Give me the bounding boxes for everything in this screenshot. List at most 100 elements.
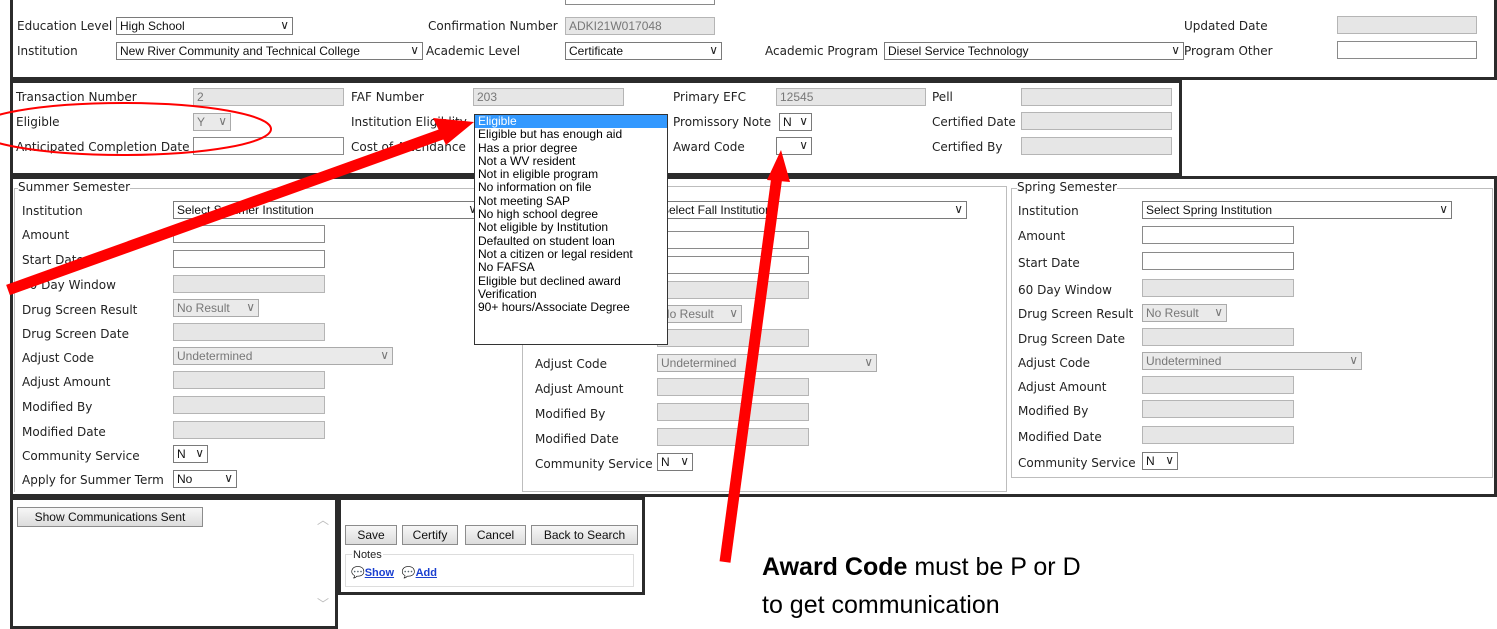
- summer-adjust-code-select[interactable]: Undetermined ∨: [173, 347, 393, 365]
- annotation-line-1: Award Code must be P or D: [762, 548, 1081, 586]
- spring-adjust-code-select[interactable]: Undetermined ∨: [1142, 352, 1362, 370]
- dropdown-option[interactable]: Verification: [475, 287, 667, 301]
- dropdown-option[interactable]: Eligible: [475, 114, 667, 129]
- eligible-value: Y: [197, 115, 206, 129]
- promissory-value: N: [783, 115, 792, 129]
- add-notes-icon: 💬: [401, 566, 416, 579]
- institution-select[interactable]: New River Community and Technical Colleg…: [116, 42, 423, 60]
- dropdown-option[interactable]: No FAFSA: [475, 261, 667, 274]
- cancel-button[interactable]: Cancel: [465, 525, 526, 545]
- back-to-search-button[interactable]: Back to Search: [531, 525, 638, 545]
- education-level-select[interactable]: High School ∨: [116, 17, 293, 35]
- dropdown-option[interactable]: 90+ hours/Associate Degree: [475, 301, 667, 314]
- primary-efc-field: 12545: [776, 88, 926, 106]
- certified-date-label: Certified Date: [932, 115, 1016, 129]
- dropdown-option[interactable]: Has a prior degree: [475, 141, 667, 155]
- fall-amount-field[interactable]: [657, 231, 809, 249]
- summer-start-field[interactable]: [173, 250, 325, 268]
- summer-window-label: 60 Day Window: [22, 278, 116, 292]
- confirmation-label: Confirmation Number: [428, 19, 558, 33]
- chevron-down-icon: ∨: [246, 300, 255, 314]
- chevron-down-icon: ∨: [195, 446, 204, 460]
- faf-field: 203: [473, 88, 624, 106]
- spring-drug-result-select[interactable]: No Result ∨: [1142, 304, 1227, 322]
- fall-institution-value: Select Fall Institution: [661, 203, 772, 217]
- education-level-value: High School: [120, 19, 185, 33]
- institution-eligibility-dropdown[interactable]: Eligible Eligible but has enough aid Has a…: [474, 114, 668, 345]
- chevron-down-icon: ∨: [1439, 202, 1448, 216]
- summer-modified-by-label: Modified By: [22, 400, 93, 414]
- notes-label: Notes: [352, 547, 383, 563]
- chevron-down-icon: ∨: [410, 43, 419, 57]
- academic-program-value: Diesel Service Technology: [888, 44, 1029, 58]
- fall-start-field[interactable]: [657, 256, 809, 274]
- spring-community-select[interactable]: N ∨: [1142, 452, 1178, 470]
- spring-institution-select[interactable]: Select Spring Institution ∨: [1142, 201, 1452, 219]
- top-partial-field[interactable]: [565, 0, 715, 5]
- dropdown-option[interactable]: Not eligible by Institution: [475, 221, 667, 234]
- dropdown-option[interactable]: Eligible but has enough aid: [475, 128, 667, 141]
- summer-drug-result-value: No Result: [177, 301, 230, 315]
- fall-adjust-code-select[interactable]: Undetermined ∨: [657, 354, 877, 372]
- award-code-annotation: Award Code must be P or D to get communi…: [762, 548, 1081, 624]
- fall-drug-result-value: No Result: [661, 307, 714, 321]
- summer-institution-select[interactable]: Select Summer Institution ∨: [173, 201, 481, 219]
- award-code-select[interactable]: ∨: [776, 137, 812, 155]
- academic-program-select[interactable]: Diesel Service Technology ∨: [884, 42, 1184, 60]
- chevron-down-icon: ∨: [799, 138, 808, 152]
- summer-drug-result-select[interactable]: No Result ∨: [173, 299, 259, 317]
- spring-title: Spring Semester: [1017, 180, 1117, 194]
- spring-community-value: N: [1146, 454, 1155, 468]
- spring-community-label: Community Service: [1018, 456, 1136, 470]
- summer-amount-label: Amount: [22, 228, 70, 242]
- summer-apply-value: No: [177, 472, 193, 486]
- scrollbar[interactable]: ︿ ﹀: [316, 512, 330, 620]
- promissory-select[interactable]: N ∨: [779, 113, 812, 131]
- spring-modified-by-label: Modified By: [1018, 404, 1089, 418]
- fall-modified-by-label: Modified By: [535, 407, 606, 421]
- chevron-down-icon: ∨: [729, 306, 738, 320]
- scroll-up-icon[interactable]: ︿: [317, 514, 329, 526]
- dropdown-option[interactable]: Not in eligible program: [475, 168, 667, 181]
- summer-modified-by-field: [173, 396, 325, 414]
- spring-start-field[interactable]: [1142, 252, 1294, 270]
- show-notes-link[interactable]: Show: [365, 567, 394, 579]
- show-communications-button[interactable]: Show Communications Sent: [17, 507, 203, 527]
- fall-institution-select[interactable]: Select Fall Institution ∨: [657, 201, 967, 219]
- academic-program-label: Academic Program: [765, 44, 879, 58]
- summer-amount-field[interactable]: [173, 225, 325, 243]
- spring-amount-field[interactable]: [1142, 226, 1294, 244]
- save-button[interactable]: Save: [345, 525, 397, 545]
- dropdown-option[interactable]: Not meeting SAP: [475, 194, 667, 208]
- summer-start-label: Start Date: [22, 253, 84, 267]
- fall-community-select[interactable]: N ∨: [657, 453, 693, 471]
- inst-eligibility-label: Institution Eligiblity: [351, 115, 467, 129]
- dropdown-option[interactable]: Eligible but declined award: [475, 274, 667, 288]
- program-other-field[interactable]: [1337, 41, 1477, 59]
- fall-drug-result-select[interactable]: No Result ∨: [657, 305, 742, 323]
- summer-apply-label: Apply for Summer Term: [22, 473, 164, 487]
- scroll-down-icon[interactable]: ﹀: [317, 598, 329, 610]
- dropdown-option[interactable]: No high school degree: [475, 207, 667, 221]
- summer-drug-date-field: [173, 323, 325, 341]
- annotation-rest: must be P or D: [907, 553, 1081, 581]
- summer-institution-label: Institution: [22, 204, 83, 218]
- add-notes-link[interactable]: Add: [416, 567, 437, 579]
- institution-value: New River Community and Technical Colleg…: [120, 44, 360, 58]
- academic-level-select[interactable]: Certificate ∨: [565, 42, 722, 60]
- faf-label: FAF Number: [351, 90, 424, 104]
- summer-community-select[interactable]: N ∨: [173, 445, 208, 463]
- certify-button[interactable]: Certify: [402, 525, 458, 545]
- award-code-label: Award Code: [673, 140, 745, 154]
- summer-adjust-code-label: Adjust Code: [22, 351, 95, 365]
- dropdown-option[interactable]: Not a citizen or legal resident: [475, 247, 667, 261]
- summer-apply-select[interactable]: No ∨: [173, 470, 237, 488]
- spring-adjust-code-label: Adjust Code: [1018, 356, 1091, 370]
- summer-adjust-amount-field: [173, 371, 325, 389]
- dropdown-option[interactable]: No information on file: [475, 181, 667, 194]
- anticipated-field[interactable]: [193, 137, 344, 155]
- eligible-select[interactable]: Y ∨: [193, 113, 231, 131]
- dropdown-option[interactable]: Defaulted on student loan: [475, 234, 667, 248]
- dropdown-option[interactable]: Not a WV resident: [475, 154, 667, 168]
- summer-modified-date-field: [173, 421, 325, 439]
